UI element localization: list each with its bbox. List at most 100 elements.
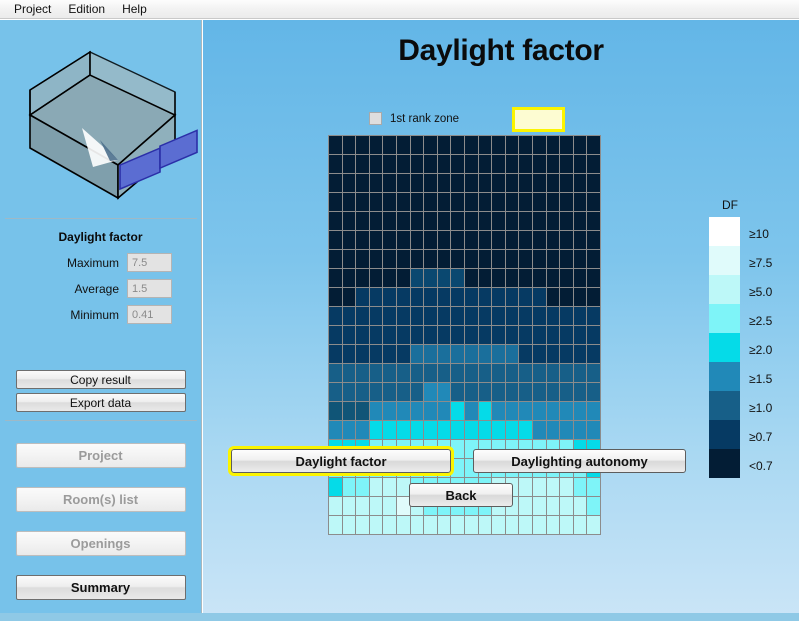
heatmap-cell[interactable]	[397, 136, 410, 154]
heatmap-cell[interactable]	[587, 136, 600, 154]
heatmap-cell[interactable]	[465, 174, 478, 192]
heatmap-cell[interactable]	[492, 383, 505, 401]
heatmap-cell[interactable]	[478, 288, 492, 306]
heatmap-cell[interactable]	[342, 193, 356, 211]
heatmap-cell[interactable]	[492, 250, 505, 268]
heatmap-cell[interactable]	[573, 383, 587, 401]
heatmap-cell[interactable]	[410, 516, 424, 534]
heatmap-cell[interactable]	[587, 269, 600, 287]
heatmap-cell[interactable]	[492, 326, 505, 344]
heatmap-cell[interactable]	[573, 288, 587, 306]
heatmap-cell[interactable]	[342, 478, 356, 496]
heatmap-cell[interactable]	[492, 307, 505, 325]
heatmap-cell[interactable]	[465, 345, 478, 363]
heatmap-cell[interactable]	[573, 326, 587, 344]
heatmap-cell[interactable]	[451, 440, 464, 458]
heatmap-cell[interactable]	[356, 307, 369, 325]
heatmap-cell[interactable]	[492, 155, 505, 173]
heatmap-cell[interactable]	[519, 383, 532, 401]
heatmap-cell[interactable]	[329, 478, 342, 496]
heatmap-cell[interactable]	[587, 421, 600, 439]
heatmap-cell[interactable]	[505, 402, 519, 420]
heatmap-cell[interactable]	[573, 250, 587, 268]
heatmap-cell[interactable]	[573, 516, 587, 534]
heatmap-cell[interactable]	[437, 421, 451, 439]
heatmap-cell[interactable]	[587, 364, 600, 382]
heatmap-cell[interactable]	[356, 231, 369, 249]
menu-edition[interactable]: Edition	[60, 0, 114, 18]
heatmap-cell[interactable]	[451, 307, 464, 325]
heatmap-cell[interactable]	[424, 326, 437, 344]
heatmap-cell[interactable]	[546, 193, 560, 211]
heatmap-cell[interactable]	[519, 193, 532, 211]
heatmap-cell[interactable]	[410, 269, 424, 287]
heatmap-cell[interactable]	[356, 421, 369, 439]
heatmap-cell[interactable]	[342, 402, 356, 420]
heatmap-cell[interactable]	[519, 174, 532, 192]
heatmap-cell[interactable]	[437, 269, 451, 287]
heatmap-cell[interactable]	[478, 421, 492, 439]
heatmap-cell[interactable]	[342, 497, 356, 515]
heatmap-cell[interactable]	[519, 402, 532, 420]
heatmap-cell[interactable]	[383, 516, 396, 534]
heatmap-cell[interactable]	[560, 383, 573, 401]
heatmap-cell[interactable]	[546, 516, 560, 534]
heatmap-cell[interactable]	[492, 288, 505, 306]
heatmap-cell[interactable]	[397, 516, 410, 534]
heatmap-cell[interactable]	[410, 364, 424, 382]
heatmap-cell[interactable]	[587, 250, 600, 268]
heatmap-cell[interactable]	[410, 383, 424, 401]
heatmap-cell[interactable]	[505, 516, 519, 534]
heatmap-cell[interactable]	[519, 269, 532, 287]
heatmap-cell[interactable]	[587, 174, 600, 192]
heatmap-cell[interactable]	[478, 269, 492, 287]
heatmap-cell[interactable]	[478, 326, 492, 344]
heatmap-cell[interactable]	[465, 269, 478, 287]
heatmap-cell[interactable]	[410, 307, 424, 325]
heatmap-cell[interactable]	[383, 288, 396, 306]
heatmap-cell[interactable]	[587, 288, 600, 306]
heatmap-cell[interactable]	[519, 345, 532, 363]
heatmap-cell[interactable]	[519, 478, 532, 496]
heatmap-cell[interactable]	[505, 288, 519, 306]
heatmap-cell[interactable]	[424, 345, 437, 363]
menu-help[interactable]: Help	[114, 0, 156, 18]
heatmap-cell[interactable]	[369, 326, 383, 344]
heatmap-cell[interactable]	[560, 478, 573, 496]
heatmap-cell[interactable]	[424, 155, 437, 173]
heatmap-cell[interactable]	[329, 250, 342, 268]
heatmap-cell[interactable]	[342, 516, 356, 534]
heatmap-cell[interactable]	[546, 364, 560, 382]
heatmap-cell[interactable]	[533, 174, 546, 192]
heatmap-cell[interactable]	[492, 345, 505, 363]
daylighting-autonomy-tab-button[interactable]: Daylighting autonomy	[473, 449, 686, 473]
heatmap-cell[interactable]	[573, 402, 587, 420]
heatmap-cell[interactable]	[356, 155, 369, 173]
heatmap-cell[interactable]	[356, 136, 369, 154]
heatmap-cell[interactable]	[369, 231, 383, 249]
heatmap-cell[interactable]	[505, 364, 519, 382]
heatmap-cell[interactable]	[478, 250, 492, 268]
heatmap-cell[interactable]	[369, 155, 383, 173]
heatmap-cell[interactable]	[546, 136, 560, 154]
heatmap-cell[interactable]	[329, 231, 342, 249]
heatmap-cell[interactable]	[342, 421, 356, 439]
heatmap-cell[interactable]	[437, 250, 451, 268]
export-data-button[interactable]: Export data	[15, 393, 186, 412]
heatmap-cell[interactable]	[342, 174, 356, 192]
heatmap-cell[interactable]	[451, 421, 464, 439]
heatmap-cell[interactable]	[356, 364, 369, 382]
heatmap-cell[interactable]	[573, 212, 587, 230]
heatmap-cell[interactable]	[546, 307, 560, 325]
heatmap-cell[interactable]	[451, 174, 464, 192]
heatmap-cell[interactable]	[573, 136, 587, 154]
heatmap-cell[interactable]	[533, 269, 546, 287]
heatmap-cell[interactable]	[410, 136, 424, 154]
heatmap-cell[interactable]	[397, 383, 410, 401]
heatmap-cell[interactable]	[397, 155, 410, 173]
heatmap-cell[interactable]	[492, 269, 505, 287]
heatmap-cell[interactable]	[342, 364, 356, 382]
heatmap-cell[interactable]	[397, 326, 410, 344]
heatmap-cell[interactable]	[560, 345, 573, 363]
heatmap-cell[interactable]	[424, 269, 437, 287]
